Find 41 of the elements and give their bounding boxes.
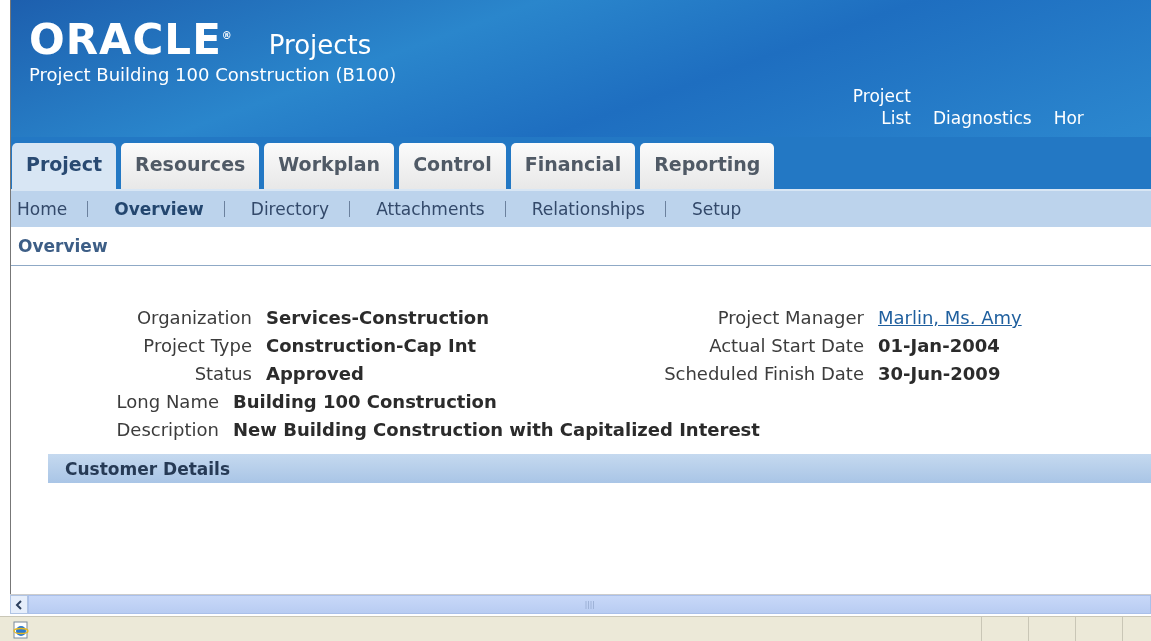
horizontal-scrollbar[interactable] bbox=[10, 594, 1151, 614]
field-value: Building 100 Construction bbox=[233, 391, 497, 412]
field-label: Organization bbox=[136, 307, 252, 328]
field-label: Long Name bbox=[116, 391, 219, 412]
field-label: Project Manager bbox=[717, 307, 864, 328]
field-value: New Building Construction with Capitalized Interest bbox=[233, 419, 760, 440]
global-link[interactable]: Project List bbox=[849, 85, 911, 129]
scroll-left-button[interactable] bbox=[10, 595, 28, 614]
subtab-link[interactable]: Directory bbox=[244, 199, 350, 219]
field-value: 01-Jan-2004 bbox=[878, 335, 1000, 356]
subtab-link[interactable]: Relationships bbox=[525, 199, 665, 219]
tab[interactable]: Workplan bbox=[264, 143, 395, 189]
browser-page-icon bbox=[12, 620, 30, 639]
global-link[interactable]: Diagnostics bbox=[933, 107, 1032, 129]
field-label: Scheduled Finish Date bbox=[664, 363, 864, 384]
field-label: Actual Start Date bbox=[709, 335, 864, 356]
tab[interactable]: Financial bbox=[510, 143, 636, 189]
global-link[interactable]: Hor bbox=[1053, 107, 1084, 129]
field-label: Description bbox=[116, 419, 219, 440]
page-title: Overview bbox=[18, 236, 108, 256]
field-value: Construction-Cap Int bbox=[266, 335, 477, 356]
tab[interactable]: Resources bbox=[121, 143, 260, 189]
field-label: Project Type bbox=[143, 335, 252, 356]
chevron-left-icon bbox=[15, 599, 23, 610]
subtab-link[interactable]: Attachments bbox=[370, 199, 505, 219]
tab[interactable]: Project bbox=[12, 143, 117, 189]
field-value: Approved bbox=[266, 363, 364, 384]
field-link[interactable]: Marlin, Ms. Amy bbox=[878, 307, 1022, 328]
field-value: Services-Construction bbox=[266, 307, 490, 328]
oracle-logo: ORACLE$^{®}$ bbox=[29, 14, 233, 64]
project-title: Project Building 100 Construction (B100) bbox=[29, 64, 398, 85]
field-value: 30-Jun-2009 bbox=[878, 363, 1001, 384]
tab[interactable]: Reporting bbox=[640, 143, 775, 189]
subtab-link[interactable]: Home bbox=[11, 199, 88, 219]
section-title: Customer Details bbox=[65, 458, 231, 479]
subtab-link[interactable]: Overview bbox=[108, 199, 224, 219]
field-label: Status bbox=[194, 363, 252, 384]
tab[interactable]: Control bbox=[399, 143, 506, 189]
app-name: Projects bbox=[268, 30, 372, 60]
subtab-link[interactable]: Setup bbox=[685, 199, 762, 219]
grip-icon bbox=[584, 600, 595, 609]
